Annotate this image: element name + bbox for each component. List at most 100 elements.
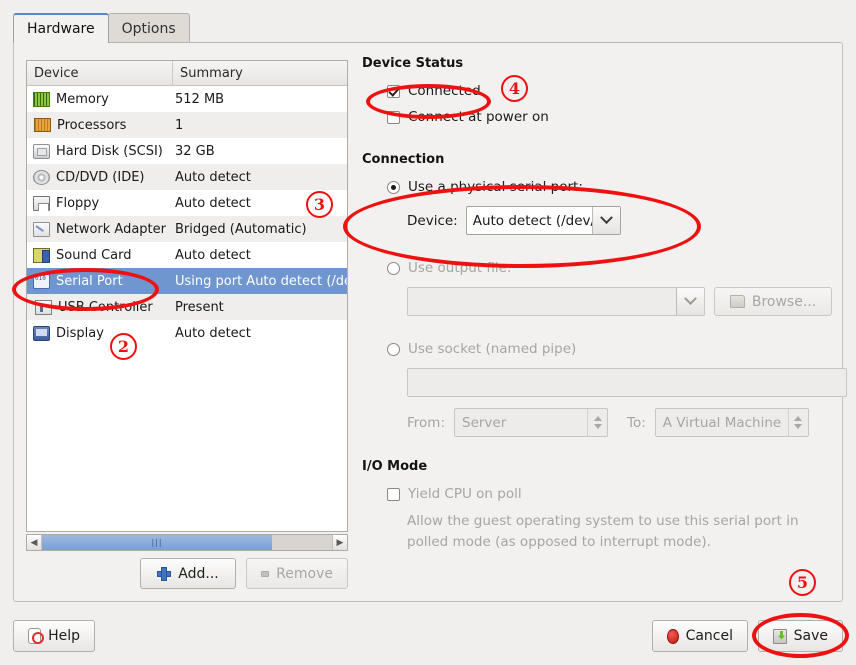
device-list-header: Device Summary	[27, 61, 347, 86]
connection-title: Connection	[362, 152, 445, 167]
sound-card-icon	[33, 247, 50, 263]
connect-at-power-on-checkbox[interactable]	[387, 110, 400, 124]
physical-serial-port-radio-row[interactable]: Use a physical serial port:	[387, 176, 832, 198]
table-row[interactable]: CD/DVD (IDE) Auto detect	[27, 164, 347, 190]
from-value: Server	[462, 414, 507, 431]
summary-cell: Present	[175, 299, 224, 315]
help-button-label: Help	[48, 628, 80, 644]
to-spinner-icon[interactable]	[787, 409, 808, 436]
device-cell: Display	[27, 325, 173, 341]
from-spinner-icon[interactable]	[587, 409, 607, 436]
save-button[interactable]: Save	[758, 620, 843, 652]
hard-disk-icon	[33, 143, 50, 159]
summary-cell: Auto detect	[175, 169, 251, 185]
device-cell: Network Adapter	[27, 221, 173, 237]
socket-path-row	[407, 368, 847, 397]
device-status-title: Device Status	[362, 56, 464, 71]
cancel-button-label: Cancel	[685, 628, 733, 644]
io-mode-title: I/O Mode	[362, 459, 428, 474]
cpu-icon	[34, 118, 51, 132]
device-field-label: Device:	[407, 212, 458, 229]
physical-serial-port-label: Use a physical serial port:	[408, 179, 583, 195]
help-icon	[28, 628, 45, 644]
column-header-device[interactable]: Device	[27, 61, 173, 85]
summary-cell: 1	[175, 117, 184, 133]
connected-checkbox-row[interactable]: Connected	[387, 80, 832, 102]
chevron-down-icon[interactable]	[591, 207, 620, 234]
table-row[interactable]: Sound Card Auto detect	[27, 242, 347, 268]
summary-cell: Auto detect	[175, 195, 251, 211]
device-select[interactable]: Auto detect (/dev/ttyS0	[465, 206, 621, 235]
yield-cpu-checkbox[interactable]	[387, 487, 400, 501]
output-file-value	[408, 288, 676, 315]
socket-radio-row[interactable]: Use socket (named pipe)	[387, 338, 832, 360]
cancel-button[interactable]: Cancel	[652, 620, 748, 652]
table-row[interactable]: Display Auto detect	[27, 320, 347, 346]
device-label: Hard Disk (SCSI)	[56, 143, 163, 159]
output-file-radio[interactable]	[387, 261, 400, 275]
socket-label: Use socket (named pipe)	[408, 341, 577, 357]
connect-at-power-on-checkbox-row[interactable]: Connect at power on	[387, 106, 832, 128]
device-list-hscrollbar[interactable]: ◀ ||| ▶	[26, 534, 348, 551]
table-row[interactable]: Memory 512 MB	[27, 86, 347, 112]
from-select[interactable]: Server	[454, 408, 608, 437]
cd-dvd-icon	[33, 169, 50, 185]
device-label: Processors	[57, 117, 127, 133]
minus-icon	[261, 570, 270, 577]
device-cell: Floppy	[27, 195, 173, 211]
remove-button[interactable]: Remove	[246, 558, 348, 589]
device-select-value: Auto detect (/dev/ttyS0	[472, 212, 592, 229]
table-row-serial-port[interactable]: Serial Port Using port Auto detect (/de	[27, 268, 347, 294]
summary-cell: Bridged (Automatic)	[175, 221, 307, 237]
table-row[interactable]: Network Adapter Bridged (Automatic)	[27, 216, 347, 242]
summary-cell: Using port Auto detect (/de	[175, 273, 347, 289]
yield-cpu-checkbox-row[interactable]: Yield CPU on poll	[387, 483, 832, 505]
tab-hardware[interactable]: Hardware	[13, 13, 109, 43]
device-cell: Memory	[27, 91, 173, 107]
table-row[interactable]: Processors 1	[27, 112, 347, 138]
tab-options[interactable]: Options	[107, 13, 190, 43]
output-file-select[interactable]	[407, 287, 706, 316]
browse-button-label: Browse...	[751, 293, 817, 310]
scroll-right-icon[interactable]: ▶	[332, 535, 347, 550]
plus-icon	[157, 566, 172, 581]
column-header-summary[interactable]: Summary	[173, 61, 347, 85]
physical-serial-port-radio[interactable]	[387, 180, 400, 194]
output-file-row: Browse...	[407, 287, 832, 316]
floppy-icon	[33, 195, 50, 211]
socket-path-input[interactable]	[407, 368, 847, 397]
from-label: From:	[407, 414, 445, 431]
serial-port-icon	[33, 273, 50, 289]
summary-cell: 32 GB	[175, 143, 215, 159]
device-cell: Hard Disk (SCSI)	[27, 143, 173, 159]
device-list[interactable]: Device Summary Memory 512 MB Processors …	[26, 60, 348, 532]
device-cell: Serial Port	[27, 273, 173, 289]
table-row[interactable]: Hard Disk (SCSI) 32 GB	[27, 138, 347, 164]
scrollbar-thumb[interactable]: |||	[42, 535, 272, 550]
chevron-down-icon[interactable]	[676, 288, 705, 315]
browse-button[interactable]: Browse...	[714, 287, 832, 316]
connected-label: Connected	[408, 83, 481, 99]
output-file-radio-row[interactable]: Use output file:	[387, 257, 832, 279]
summary-cell: 512 MB	[175, 91, 225, 107]
connected-checkbox[interactable]	[387, 84, 400, 98]
to-label: To:	[627, 414, 646, 431]
device-label: Network Adapter	[56, 221, 166, 237]
table-row[interactable]: USB Controller Present	[27, 294, 347, 320]
device-cell: CD/DVD (IDE)	[27, 169, 173, 185]
yield-cpu-label: Yield CPU on poll	[408, 486, 522, 502]
tab-bar: Hardware Options	[13, 13, 190, 43]
help-button[interactable]: Help	[13, 620, 95, 652]
tab-hardware-label: Hardware	[27, 21, 95, 37]
scroll-left-icon[interactable]: ◀	[27, 535, 42, 550]
add-button[interactable]: Add...	[140, 558, 236, 589]
socket-radio[interactable]	[387, 342, 400, 356]
network-adapter-icon	[33, 221, 50, 237]
device-label: Sound Card	[56, 247, 132, 263]
scrollbar-track[interactable]: |||	[42, 535, 332, 550]
device-label: Serial Port	[56, 273, 123, 289]
table-row[interactable]: Floppy Auto detect	[27, 190, 347, 216]
usb-controller-icon	[35, 299, 52, 315]
device-cell: USB Controller	[27, 299, 173, 315]
to-select[interactable]: A Virtual Machine	[654, 408, 809, 437]
